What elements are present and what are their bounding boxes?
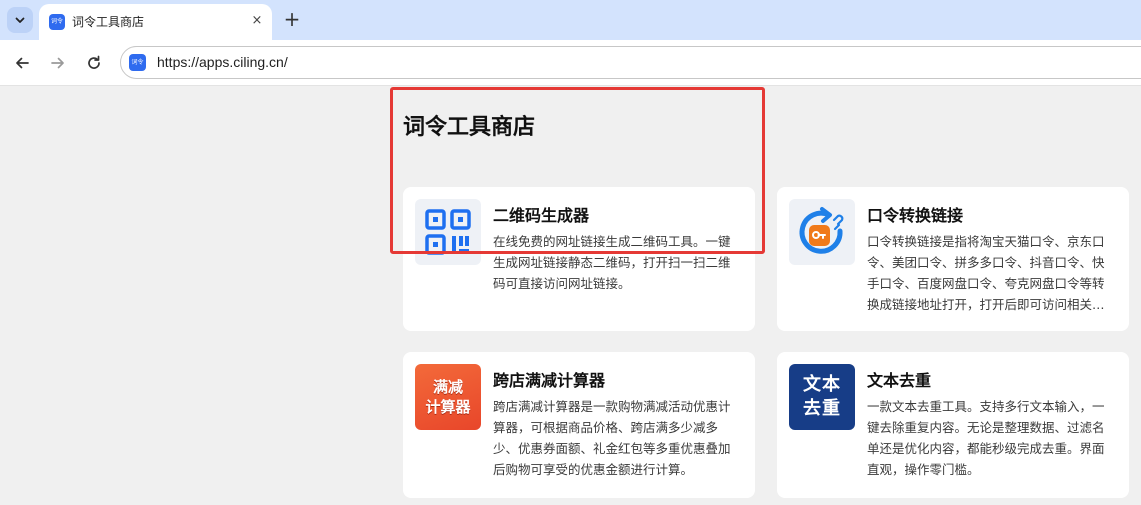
thumb-text-line: 满减	[432, 378, 463, 396]
card-discount-calculator[interactable]: 满减 计算器 跨店满减计算器 跨店满减计算器是一款购物满减活动优惠计算器，可根据…	[403, 352, 755, 498]
card-text-dedup[interactable]: 文本 去重 文本去重 一款文本去重工具。支持多行文本输入，一键去除重复内容。无论…	[777, 352, 1129, 498]
card-description: 口令转换链接是指将淘宝天猫口令、京东口令、美团口令、拼多多口令、抖音口令、快手口…	[867, 234, 1105, 312]
highlight-box	[390, 87, 765, 254]
tab-title: 词令工具商店	[72, 15, 145, 29]
calculator-tile-icon: 满减 计算器	[415, 364, 481, 430]
thumb-text-line: 计算器	[425, 398, 471, 416]
close-tab-icon[interactable]: ×	[249, 13, 265, 29]
thumb-text-line: 文本	[803, 374, 841, 395]
card-description: 跨店满减计算器是一款购物满减活动优惠计算器，可根据商品价格、跨店满多少减多少、优…	[493, 399, 731, 477]
address-bar[interactable]: 词令 https://apps.ciling.cn/	[120, 46, 1141, 79]
chevron-down-icon	[15, 17, 25, 23]
card-description: 一款文本去重工具。支持多行文本输入，一键去除重复内容。无论是整理数据、过滤名单还…	[867, 399, 1105, 477]
link-convert-icon	[789, 199, 855, 265]
browser-toolbar: 词令 https://apps.ciling.cn/	[0, 40, 1141, 86]
url-text[interactable]: https://apps.ciling.cn/	[157, 54, 288, 70]
card-command-to-link[interactable]: 口令转换链接 口令转换链接是指将淘宝天猫口令、京东口令、美团口令、拼多多口令、抖…	[777, 187, 1129, 331]
browser-tab[interactable]: 词令 词令工具商店 ×	[39, 4, 272, 40]
tab-strip: 词令 词令工具商店 × +	[0, 0, 1141, 40]
site-favicon-icon: 词令	[49, 14, 65, 30]
forward-button[interactable]	[47, 52, 69, 74]
thumb-text-line: 去重	[803, 398, 841, 419]
card-title: 文本去重	[867, 371, 932, 390]
back-button[interactable]	[11, 52, 33, 74]
arrow-left-icon	[16, 57, 29, 69]
reload-icon	[88, 55, 100, 69]
arrow-right-icon	[51, 57, 64, 69]
card-title: 口令转换链接	[867, 206, 964, 225]
text-dedup-tile-icon: 文本 去重	[789, 364, 855, 430]
new-tab-button[interactable]: +	[282, 9, 302, 29]
card-title: 跨店满减计算器	[493, 371, 606, 390]
reload-button[interactable]	[83, 52, 105, 74]
tab-search-button[interactable]	[7, 7, 33, 33]
site-info-icon[interactable]: 词令	[129, 54, 146, 71]
